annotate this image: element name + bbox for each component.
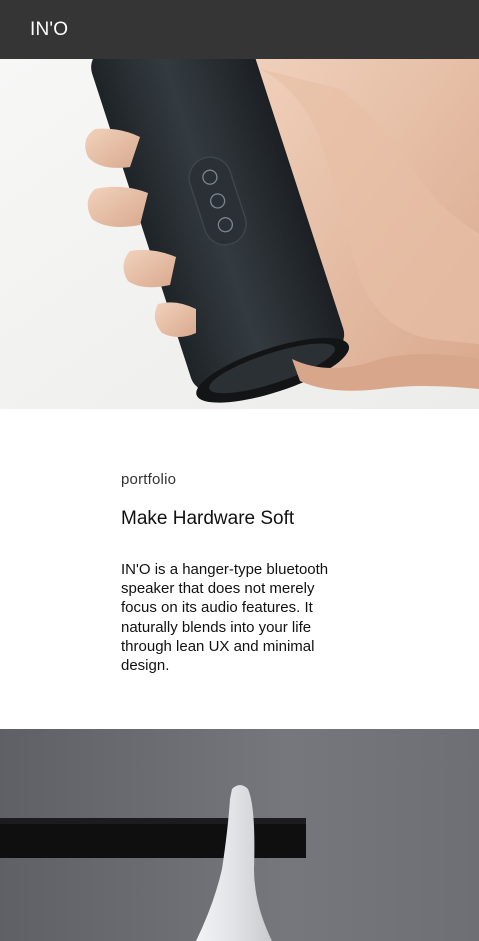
- speaker-in-hand-illustration: [0, 59, 479, 409]
- hero-image: [0, 59, 479, 409]
- speaker-on-rail-illustration: [0, 729, 479, 941]
- gallery-image: [0, 729, 479, 941]
- brand-logo[interactable]: IN'O: [30, 19, 68, 41]
- section-eyebrow: portfolio: [121, 471, 177, 488]
- top-bar: IN'O: [0, 0, 479, 59]
- intro-section: portfolio Make Hardware Soft IN'O is a h…: [0, 409, 479, 729]
- section-headline: Make Hardware Soft: [121, 508, 295, 529]
- section-description: IN'O is a hanger-type bluetooth speaker …: [121, 561, 329, 675]
